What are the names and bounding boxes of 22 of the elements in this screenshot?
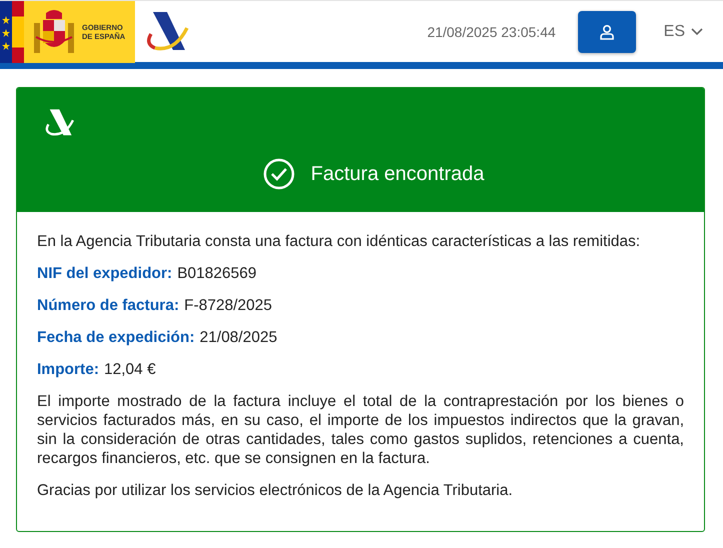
field-label: Importe: — [37, 360, 99, 379]
user-icon — [598, 24, 615, 40]
language-selector[interactable]: ES — [658, 22, 709, 42]
intro-text: En la Agencia Tributaria consta una factura con idénticas características a las remitidas: — [37, 232, 642, 251]
user-button[interactable] — [578, 10, 636, 52]
field-value: F-8728/2025 — [184, 296, 272, 315]
field-label: Fecha de expedición: — [37, 328, 195, 347]
note-paragraph: El importe mostrado de la factura incluye el total de la contraprestación por los bienes o servicios facturados más, en su caso, el importe de los impuestos indirectos que la gravan, sin la consideración de otras cantidades, tales como gastos suplidos, retenciones a cuenta, recargos financieros, etc. que se consignen en la factura. — [37, 392, 684, 468]
field-label: Número de factura: — [37, 296, 180, 315]
check-circle-icon — [262, 158, 295, 190]
date-time: 21/08/2025 23:05:44 — [427, 24, 556, 40]
flag-stripe — [12, 0, 24, 62]
card-title: Factura encontrada — [310, 162, 484, 186]
field-value: B01826569 — [177, 264, 257, 283]
field-value: 21/08/2025 — [200, 328, 278, 347]
eu-flag-icon — [0, 0, 12, 62]
field-label: NIF del expedidor: — [37, 264, 172, 283]
agency-logo — [145, 10, 191, 54]
chevron-down-icon — [691, 28, 703, 36]
agency-logo — [43, 108, 77, 138]
field-value: 12,04 € — [104, 360, 156, 379]
thanks-text: Gracias por utilizar los servicios electrónicos de la Agencia Tributaria. — [37, 481, 514, 500]
